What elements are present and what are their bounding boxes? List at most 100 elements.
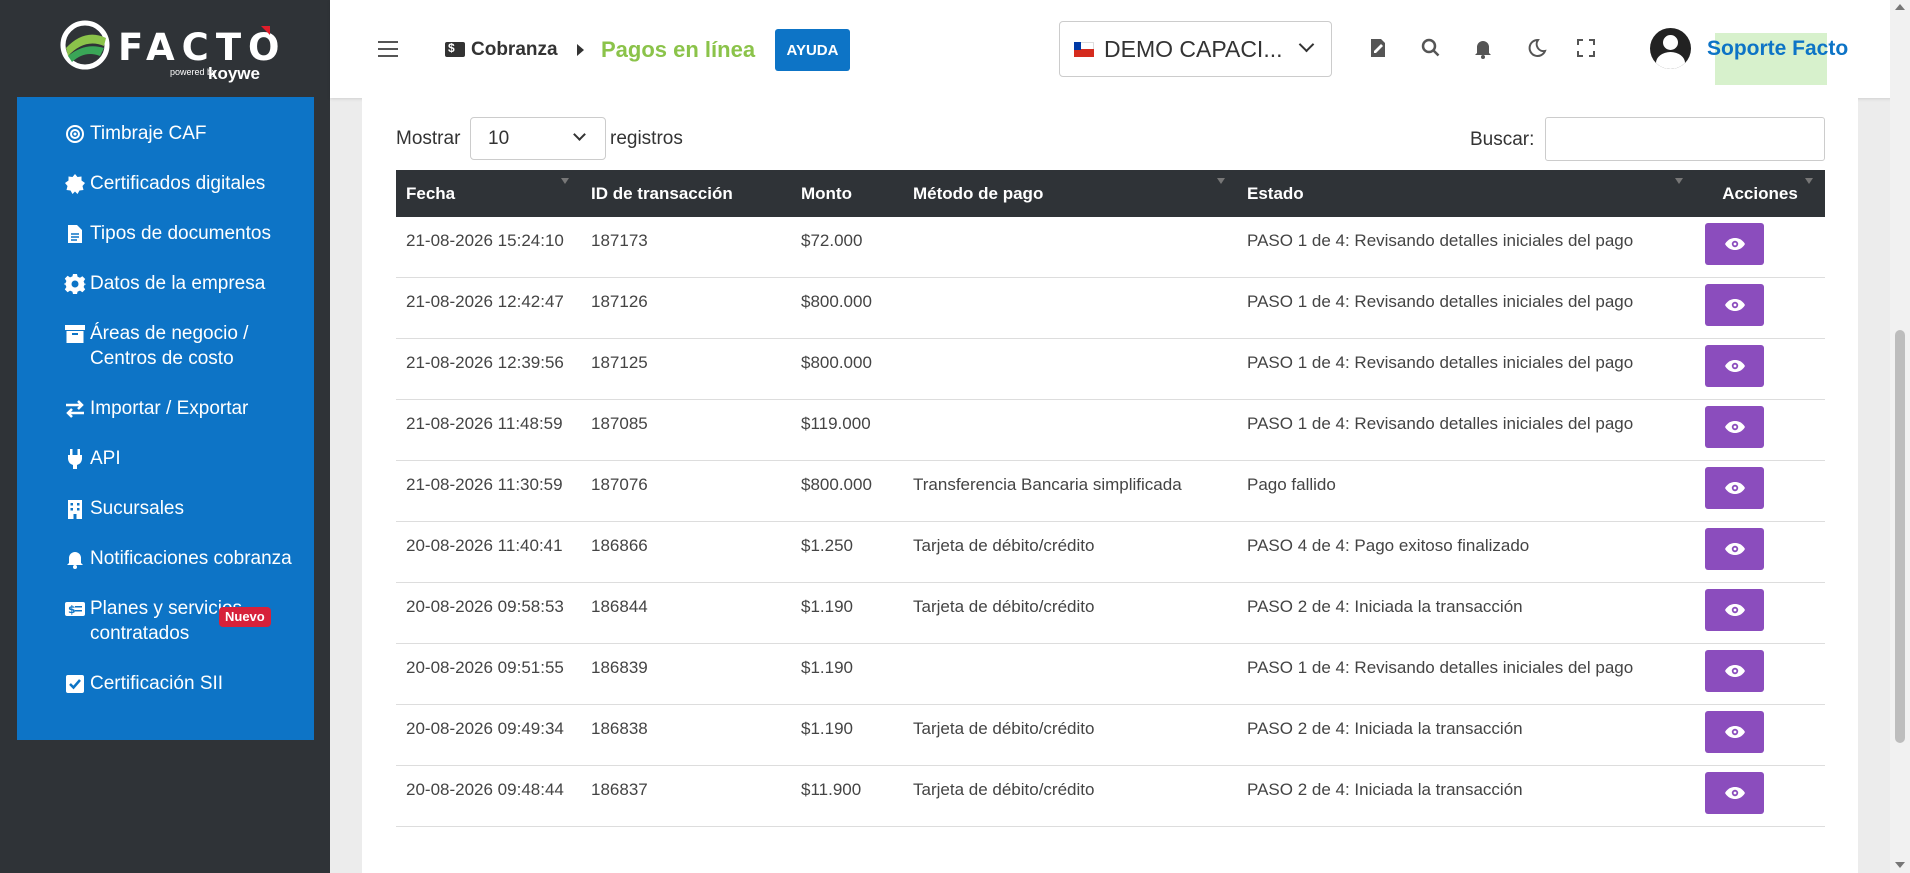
edit-document-icon[interactable] xyxy=(1366,36,1390,60)
cell-id: 187173 xyxy=(581,217,791,278)
cell-estado: PASO 1 de 4: Revisando detalles iniciale… xyxy=(1237,277,1695,339)
cell-estado: PASO 1 de 4: Revisando detalles iniciale… xyxy=(1237,217,1695,278)
sidebar-item-importar-exportar[interactable]: Importar / Exportar xyxy=(17,396,314,421)
column-header[interactable]: Acciones xyxy=(1695,170,1825,217)
moon-icon[interactable] xyxy=(1523,36,1547,60)
sidebar-item-label: Importar / Exportar xyxy=(90,398,249,419)
cell-fecha: 20-08-2026 09:58:53 xyxy=(396,582,581,644)
sidebar-item-certificados-digitales[interactable]: Certificados digitales xyxy=(17,171,314,196)
column-header[interactable]: ID de transacción xyxy=(581,170,791,217)
sidebar-item-label: Notificaciones cobranza xyxy=(90,548,292,569)
money-card-icon: $ xyxy=(64,598,86,620)
scroll-down-icon[interactable] xyxy=(1895,862,1905,868)
cell-monto: $72.000 xyxy=(791,217,903,278)
sidebar-item-planes-y-servicios-contratados[interactable]: $ Planes y servicios contratados Nuevo xyxy=(17,596,314,646)
swap-arrows-icon xyxy=(64,398,86,420)
cell-metodo xyxy=(903,643,1237,705)
column-header[interactable]: Estado xyxy=(1237,170,1695,217)
view-button[interactable] xyxy=(1705,650,1764,692)
column-header-label: ID de transacción xyxy=(591,183,733,203)
sidebar-item-datos-de-la-empresa[interactable]: Datos de la empresa xyxy=(17,271,314,296)
sort-icon[interactable] xyxy=(561,178,569,186)
badge-icon xyxy=(64,173,86,195)
cell-acciones xyxy=(1695,399,1825,461)
archive-icon xyxy=(64,323,86,345)
column-header-label: Monto xyxy=(801,183,852,203)
building-icon xyxy=(64,498,86,520)
scrollbar[interactable] xyxy=(1890,0,1910,873)
sidebar-item-api[interactable]: API xyxy=(17,446,314,471)
column-header[interactable]: Método de pago xyxy=(903,170,1237,217)
view-button[interactable] xyxy=(1705,772,1764,814)
eye-icon xyxy=(1724,726,1745,738)
show-label: Mostrar xyxy=(396,128,461,149)
cell-monto: $11.900 xyxy=(791,765,903,827)
cell-metodo xyxy=(903,338,1237,400)
sidebar-item-notificaciones-cobranza[interactable]: Notificaciones cobranza xyxy=(17,546,314,571)
sort-icon[interactable] xyxy=(1217,178,1225,186)
view-button[interactable] xyxy=(1705,406,1764,448)
cell-acciones xyxy=(1695,338,1825,400)
table-row: 21-08-2026 12:42:47 187126 $800.000 PASO 1 … xyxy=(396,277,1825,339)
fullscreen-icon[interactable] xyxy=(1574,36,1598,60)
cell-metodo: Transferencia Bancaria simplificada xyxy=(903,460,1237,522)
cell-acciones xyxy=(1695,217,1825,278)
sidebar-item-timbraje-caf[interactable]: Timbraje CAF xyxy=(17,121,314,146)
view-button[interactable] xyxy=(1705,223,1764,265)
facto-logo-mark-icon xyxy=(60,20,110,70)
view-button[interactable] xyxy=(1705,711,1764,753)
cell-acciones xyxy=(1695,704,1825,766)
sidebar-item-sucursales[interactable]: Sucursales xyxy=(17,496,314,521)
cell-acciones xyxy=(1695,582,1825,644)
sidebar-item-tipos-de-documentos[interactable]: Tipos de documentos xyxy=(17,221,314,246)
cell-fecha: 20-08-2026 09:51:55 xyxy=(396,643,581,705)
table-row: 20-08-2026 11:40:41 186866 $1.250 Tarjeta d… xyxy=(396,521,1825,583)
cell-id: 186839 xyxy=(581,643,791,705)
cell-monto: $800.000 xyxy=(791,460,903,522)
cell-fecha: 20-08-2026 09:48:44 xyxy=(396,765,581,827)
logo-flag-icon xyxy=(261,26,270,35)
company-select[interactable]: DEMO CAPACI... xyxy=(1059,21,1332,77)
sort-icon[interactable] xyxy=(1675,178,1683,186)
user-name[interactable]: Soporte Facto xyxy=(1707,37,1848,61)
sidebar-item-áreas-de-negocio-centros-de-costo[interactable]: Áreas de negocio / Centros de costo xyxy=(17,321,314,371)
view-button[interactable] xyxy=(1705,467,1764,509)
cell-monto: $800.000 xyxy=(791,338,903,400)
cell-acciones xyxy=(1695,643,1825,705)
eye-icon xyxy=(1724,604,1745,616)
avatar[interactable] xyxy=(1650,28,1691,69)
view-button[interactable] xyxy=(1705,528,1764,570)
column-header[interactable]: Monto xyxy=(791,170,903,217)
page-size-select[interactable]: 10 xyxy=(470,117,606,160)
cell-monto: $800.000 xyxy=(791,277,903,339)
sidebar-item-label: Certificación SII xyxy=(90,673,224,694)
check-square-icon xyxy=(64,673,86,695)
gear-icon xyxy=(64,273,86,295)
cell-id: 187125 xyxy=(581,338,791,400)
search-icon[interactable] xyxy=(1419,36,1443,60)
view-button[interactable] xyxy=(1705,284,1764,326)
column-header[interactable]: Fecha xyxy=(396,170,581,217)
help-button[interactable]: AYUDA xyxy=(775,29,850,71)
table-row: 21-08-2026 12:39:56 187125 $800.000 PASO 1 … xyxy=(396,338,1825,400)
sort-icon[interactable] xyxy=(1805,178,1813,186)
table-header-row: Fecha ID de transacción Monto Método de pag… xyxy=(396,170,1825,217)
cell-estado: PASO 1 de 4: Revisando detalles iniciale… xyxy=(1237,399,1695,461)
bell-icon[interactable] xyxy=(1471,36,1495,60)
search-input[interactable] xyxy=(1545,117,1825,161)
view-button[interactable] xyxy=(1705,589,1764,631)
sidebar-item-certificación-sii[interactable]: Certificación SII xyxy=(17,671,314,696)
hamburger-menu-icon[interactable] xyxy=(378,41,398,59)
table-row: 20-08-2026 09:51:55 186839 $1.190 PASO 1 de… xyxy=(396,643,1825,705)
breadcrumb-root[interactable]: Cobranza xyxy=(471,39,558,61)
top-header: Cobranza Pagos en línea AYUDA DEMO CAPAC… xyxy=(330,0,1910,98)
cell-metodo xyxy=(903,217,1237,278)
search-label: Buscar: xyxy=(1470,129,1535,150)
view-button[interactable] xyxy=(1705,345,1764,387)
logo[interactable]: FACTO powered by koywe xyxy=(58,18,280,84)
eye-icon xyxy=(1724,421,1745,433)
scroll-up-icon[interactable] xyxy=(1895,4,1905,10)
sidebar-menu: Timbraje CAF Certificados digitales Tipos … xyxy=(17,97,314,740)
cell-fecha: 20-08-2026 11:40:41 xyxy=(396,521,581,583)
scrollbar-thumb[interactable] xyxy=(1895,330,1905,743)
